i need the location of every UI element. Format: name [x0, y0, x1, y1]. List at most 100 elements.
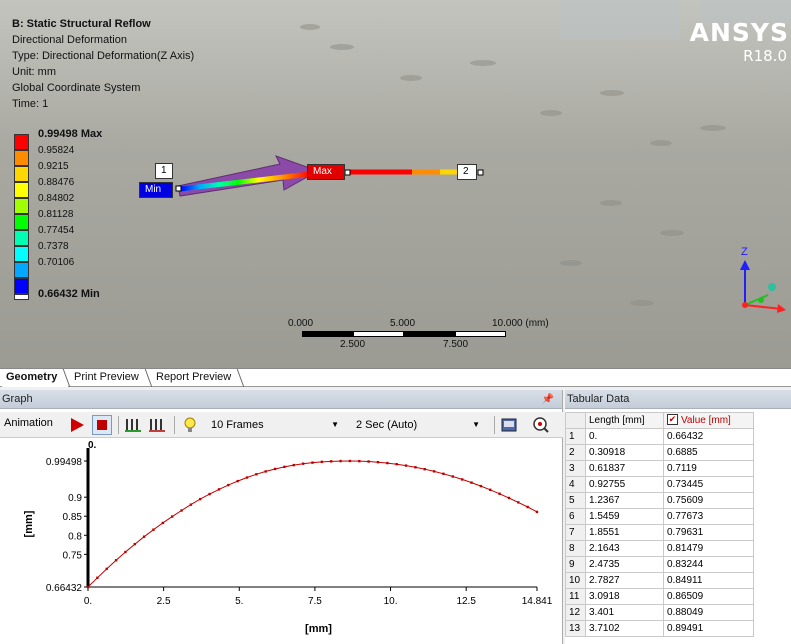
data-point [133, 542, 136, 546]
row-number-cell[interactable]: 2 [565, 444, 586, 461]
table-row[interactable]: 13 3.7102 0.89491 [565, 620, 754, 637]
x-tick-label: 5. [235, 596, 243, 607]
tab-report-preview[interactable]: Report Preview [152, 369, 244, 387]
table-row[interactable]: 1 0. 0.66432 [565, 428, 754, 445]
table-row[interactable]: 4 0.92755 0.73445 [565, 476, 754, 493]
length-cell[interactable]: 2.7827 [585, 572, 664, 589]
value-cell[interactable]: 0.86509 [663, 588, 754, 605]
row-number-cell[interactable]: 13 [565, 620, 586, 637]
table-row[interactable]: 3 0.61837 0.7119 [565, 460, 754, 477]
column-checkbox[interactable]: ✔ [667, 414, 678, 426]
tab-print-preview[interactable]: Print Preview [70, 369, 150, 387]
length-cell[interactable]: 3.7102 [585, 620, 664, 637]
series-line [87, 460, 538, 588]
table-row[interactable]: 9 2.4735 0.83244 [565, 556, 754, 573]
play-icon[interactable] [68, 416, 86, 434]
table-row[interactable]: 8 2.1643 0.81479 [565, 540, 754, 557]
table-row[interactable]: 7 1.8551 0.79631 [565, 524, 754, 541]
tabular-data-panel: Tabular Data Length [mm] ✔ Value [mm] 1 0.… [565, 390, 791, 644]
frames-select-value: 10 Frames [211, 419, 264, 431]
value-cell[interactable]: 0.73445 [663, 476, 754, 493]
graphics-viewport[interactable]: B: Static Structural Reflow Directional … [0, 0, 791, 368]
value-cell[interactable]: 0.77673 [663, 508, 754, 525]
length-cell[interactable]: 3.401 [585, 604, 664, 621]
stop-button[interactable] [92, 415, 112, 435]
tabular-data-grid[interactable]: Length [mm] ✔ Value [mm] 1 0. 0.66432 2 0.309… [565, 412, 791, 644]
length-cell[interactable]: 0.61837 [585, 460, 664, 477]
duration-select[interactable]: 2 Sec (Auto) ▼ [351, 416, 485, 434]
distributed-frames-icon[interactable] [148, 416, 168, 434]
x-tick-label: 12.5 [456, 596, 476, 607]
length-cell[interactable]: 2.1643 [585, 540, 664, 557]
lightbulb-icon[interactable] [182, 416, 198, 434]
data-point [395, 462, 398, 466]
value-cell[interactable]: 0.89491 [663, 620, 754, 637]
value-cell[interactable]: 0.6885 [663, 444, 754, 461]
pin-icon[interactable]: 📌 [542, 390, 554, 409]
probe-label-1[interactable]: 1 [155, 163, 173, 179]
row-number-cell[interactable]: 10 [565, 572, 586, 589]
column-header-label: Value [mm] [681, 414, 731, 426]
tab-geometry[interactable]: Geometry [2, 369, 68, 387]
row-number-cell[interactable]: 6 [565, 508, 586, 525]
table-row[interactable]: 12 3.401 0.88049 [565, 604, 754, 621]
frames-mode-icon[interactable] [124, 416, 144, 434]
row-number-cell[interactable]: 8 [565, 540, 586, 557]
length-cell[interactable]: 0. [585, 428, 664, 445]
value-cell[interactable]: 0.83244 [663, 556, 754, 573]
row-number-cell[interactable]: 11 [565, 588, 586, 605]
length-cell[interactable]: 0.92755 [585, 476, 664, 493]
column-header-value[interactable]: ✔ Value [mm] [663, 412, 754, 429]
value-cell[interactable]: 0.81479 [663, 540, 754, 557]
row-number-cell[interactable]: 7 [565, 524, 586, 541]
data-point [358, 459, 361, 463]
data-point [255, 473, 258, 476]
triad-z-label: Z [741, 246, 748, 258]
table-row[interactable]: 11 3.0918 0.86509 [565, 588, 754, 605]
data-point [460, 478, 464, 481]
scale-label: 5.000 [390, 318, 416, 329]
value-cell[interactable]: 0.88049 [663, 604, 754, 621]
value-cell[interactable]: 0.7119 [663, 460, 754, 477]
value-cell[interactable]: 0.66432 [663, 428, 754, 445]
data-point [170, 515, 174, 518]
frames-select[interactable]: 10 Frames ▼ [206, 416, 344, 434]
length-cell[interactable]: 3.0918 [585, 588, 664, 605]
data-point [330, 460, 333, 463]
value-cell[interactable]: 0.75609 [663, 492, 754, 509]
value-cell[interactable]: 0.79631 [663, 524, 754, 541]
duration-select-value: 2 Sec (Auto) [356, 419, 418, 431]
probe-label-max[interactable]: Max [307, 164, 345, 180]
data-point [507, 496, 511, 500]
table-row[interactable]: 10 2.7827 0.84911 [565, 572, 754, 589]
length-cell[interactable]: 1.8551 [585, 524, 664, 541]
data-point [489, 488, 492, 492]
data-point [227, 483, 230, 487]
row-number-cell[interactable]: 1 [565, 428, 586, 445]
column-header-length[interactable]: Length [mm] [585, 412, 664, 429]
table-row[interactable]: 6 1.5459 0.77673 [565, 508, 754, 525]
table-row[interactable]: 5 1.2367 0.75609 [565, 492, 754, 509]
row-number-cell[interactable]: 4 [565, 476, 586, 493]
probe-label-2[interactable]: 2 [457, 164, 477, 180]
row-number-cell[interactable]: 5 [565, 492, 586, 509]
triad-iso-ball[interactable] [768, 283, 776, 291]
zoom-fit-icon[interactable] [532, 416, 550, 434]
length-cell[interactable]: 1.5459 [585, 508, 664, 525]
length-cell[interactable]: 1.2367 [585, 492, 664, 509]
line-chart[interactable]: 0.66432 0.75 0.8 0.85 0.9 0.99498 0. 2.5 5. 7.5 10… [0, 438, 562, 644]
data-point [376, 460, 380, 464]
data-point [414, 466, 417, 469]
table-row[interactable]: 2 0.30918 0.6885 [565, 444, 754, 461]
row-number-cell[interactable]: 9 [565, 556, 586, 573]
length-cell[interactable]: 0.30918 [585, 444, 664, 461]
row-number-cell[interactable]: 12 [565, 604, 586, 621]
export-video-icon[interactable] [500, 416, 518, 434]
data-point [386, 461, 389, 465]
value-cell[interactable]: 0.84911 [663, 572, 754, 589]
data-point [199, 497, 202, 501]
length-cell[interactable]: 2.4735 [585, 556, 664, 573]
row-number-cell[interactable]: 3 [565, 460, 586, 477]
probe-label-min[interactable]: Min [139, 182, 173, 198]
data-point [442, 472, 445, 475]
